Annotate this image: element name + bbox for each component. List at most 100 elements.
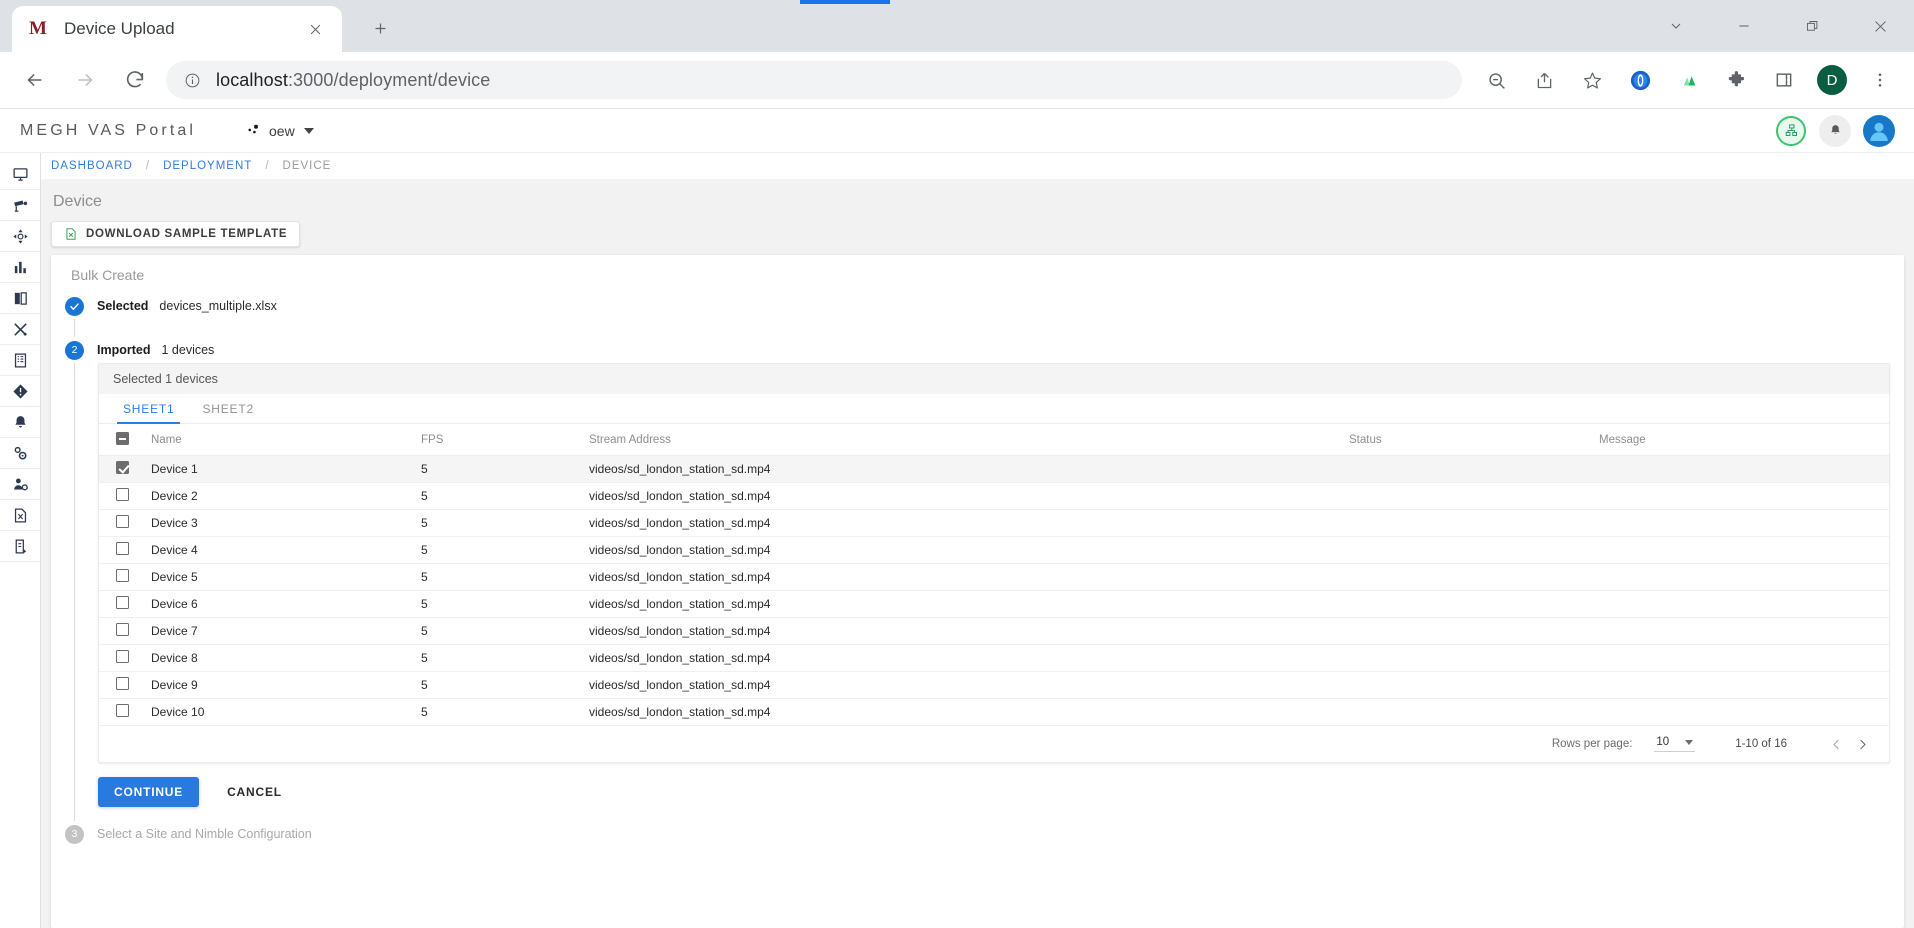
sidebar-item-analytics[interactable] (0, 252, 40, 283)
row-select-cell[interactable] (99, 699, 151, 726)
cell-status (1349, 645, 1599, 672)
row-select-cell[interactable] (99, 618, 151, 645)
row-checkbox[interactable] (116, 704, 129, 717)
chevron-left-icon[interactable] (1823, 731, 1849, 757)
sidebar-item-reports[interactable] (0, 500, 40, 531)
table-row[interactable]: Device 75videos/sd_london_station_sd.mp4 (99, 618, 1889, 645)
row-select-cell[interactable] (99, 483, 151, 510)
kebab-menu-icon[interactable] (1860, 60, 1900, 100)
chevron-down-icon[interactable] (1642, 0, 1710, 52)
select-all-checkbox[interactable] (116, 432, 129, 445)
zoom-out-icon[interactable] (1476, 60, 1516, 100)
opera-icon[interactable] (1620, 60, 1660, 100)
step-site-config[interactable]: 3 Select a Site and Nimble Configuration (65, 821, 1904, 847)
header-name: Name (151, 424, 421, 456)
row-select-cell[interactable] (99, 456, 151, 483)
back-arrow-icon[interactable] (15, 60, 55, 100)
row-checkbox[interactable] (116, 488, 129, 501)
triangles-icon[interactable] (1668, 60, 1708, 100)
step-selected[interactable]: Selected devices_multiple.xlsx (65, 293, 1904, 319)
row-checkbox[interactable] (116, 677, 129, 690)
sidebar-item-tools[interactable] (0, 314, 40, 345)
bar-chart-icon (12, 259, 29, 276)
tab-sheet2[interactable]: SHEET2 (188, 394, 267, 423)
bulk-create-card: Bulk Create Selected devices_multiple.xl… (51, 255, 1904, 928)
table-row[interactable]: Device 95videos/sd_london_station_sd.mp4 (99, 672, 1889, 699)
cell-fps: 5 (421, 618, 589, 645)
cell-fps: 5 (421, 510, 589, 537)
row-checkbox[interactable] (116, 596, 129, 609)
table-row[interactable]: Device 35videos/sd_london_station_sd.mp4 (99, 510, 1889, 537)
address-bar[interactable]: localhost:3000/deployment/device (166, 61, 1462, 99)
step-imported-count: 1 devices (161, 343, 214, 357)
table-row[interactable]: Device 45videos/sd_london_station_sd.mp4 (99, 537, 1889, 564)
cancel-button[interactable]: CANCEL (221, 784, 288, 800)
sidebar-item-library[interactable] (0, 283, 40, 314)
restore-icon[interactable] (1778, 0, 1846, 52)
extensions-puzzle-icon[interactable] (1716, 60, 1756, 100)
selected-count-bar: Selected 1 devices (99, 364, 1889, 394)
row-select-cell[interactable] (99, 564, 151, 591)
left-sidebar (0, 153, 41, 928)
address-bar-text: localhost:3000/deployment/device (216, 70, 490, 91)
sidebar-item-notifications[interactable] (0, 407, 40, 438)
row-checkbox[interactable] (116, 515, 129, 528)
row-select-cell[interactable] (99, 591, 151, 618)
network-status-icon[interactable] (1774, 114, 1808, 148)
cell-message (1599, 591, 1889, 618)
cell-message (1599, 645, 1889, 672)
sidebar-item-settings[interactable] (0, 438, 40, 469)
select-all-header[interactable] (99, 424, 151, 456)
tab-close-icon[interactable] (302, 16, 328, 42)
row-checkbox[interactable] (116, 542, 129, 555)
table-row[interactable]: Device 15videos/sd_london_station_sd.mp4 (99, 456, 1889, 483)
sidebar-item-sites[interactable] (0, 345, 40, 376)
sidebar-item-move[interactable] (0, 221, 40, 252)
application-root: MEGH VAS Portal oew (0, 108, 1914, 928)
profile-avatar[interactable]: D (1812, 60, 1852, 100)
download-sample-template-button[interactable]: DOWNLOAD SAMPLE TEMPLATE (51, 221, 300, 247)
table-row[interactable]: Device 55videos/sd_london_station_sd.mp4 (99, 564, 1889, 591)
row-select-cell[interactable] (99, 672, 151, 699)
sidebar-item-monitor[interactable] (0, 159, 40, 190)
minimize-icon[interactable] (1710, 0, 1778, 52)
row-checkbox[interactable] (116, 569, 129, 582)
share-icon[interactable] (1524, 60, 1564, 100)
notifications-bell-button[interactable] (1818, 114, 1852, 148)
tab-sheet1[interactable]: SHEET1 (109, 394, 188, 423)
side-panel-icon[interactable] (1764, 60, 1804, 100)
row-checkbox[interactable] (116, 461, 129, 474)
table-row[interactable]: Device 105videos/sd_london_station_sd.mp… (99, 699, 1889, 726)
sidebar-item-alerts[interactable] (0, 376, 40, 407)
breadcrumb-dashboard[interactable]: DASHBOARD (51, 160, 133, 172)
new-tab-button[interactable] (360, 8, 400, 48)
step-imported[interactable]: 2 Imported 1 devices (65, 337, 1904, 363)
org-selector[interactable]: oew (246, 123, 314, 139)
breadcrumb-deployment[interactable]: DEPLOYMENT (163, 160, 252, 172)
row-checkbox[interactable] (116, 650, 129, 663)
row-select-cell[interactable] (99, 537, 151, 564)
user-avatar[interactable] (1862, 114, 1896, 148)
table-row[interactable]: Device 65videos/sd_london_station_sd.mp4 (99, 591, 1889, 618)
table-row[interactable]: Device 85videos/sd_london_station_sd.mp4 (99, 645, 1889, 672)
sidebar-item-logs[interactable] (0, 531, 40, 562)
window-close-icon[interactable] (1846, 0, 1914, 52)
reload-icon[interactable] (115, 60, 155, 100)
table-row[interactable]: Device 25videos/sd_london_station_sd.mp4 (99, 483, 1889, 510)
sidebar-item-users[interactable] (0, 469, 40, 500)
row-checkbox[interactable] (116, 623, 129, 636)
breadcrumb-separator: / (146, 160, 150, 172)
excel-file-icon (12, 507, 29, 524)
step-site-config-label: Select a Site and Nimble Configuration (97, 827, 312, 841)
rows-per-page-select[interactable]: 10 (1654, 736, 1695, 752)
chevron-right-icon[interactable] (1849, 731, 1875, 757)
bookmark-star-icon[interactable] (1572, 60, 1612, 100)
sidebar-item-camera[interactable] (0, 190, 40, 221)
row-select-cell[interactable] (99, 510, 151, 537)
browser-tab[interactable]: M Device Upload (12, 6, 342, 52)
bulk-create-stepper: Selected devices_multiple.xlsx 2 Importe… (51, 293, 1904, 847)
header-fps: FPS (421, 424, 589, 456)
continue-button[interactable]: CONTINUE (98, 777, 199, 807)
forward-arrow-icon[interactable] (65, 60, 105, 100)
row-select-cell[interactable] (99, 645, 151, 672)
